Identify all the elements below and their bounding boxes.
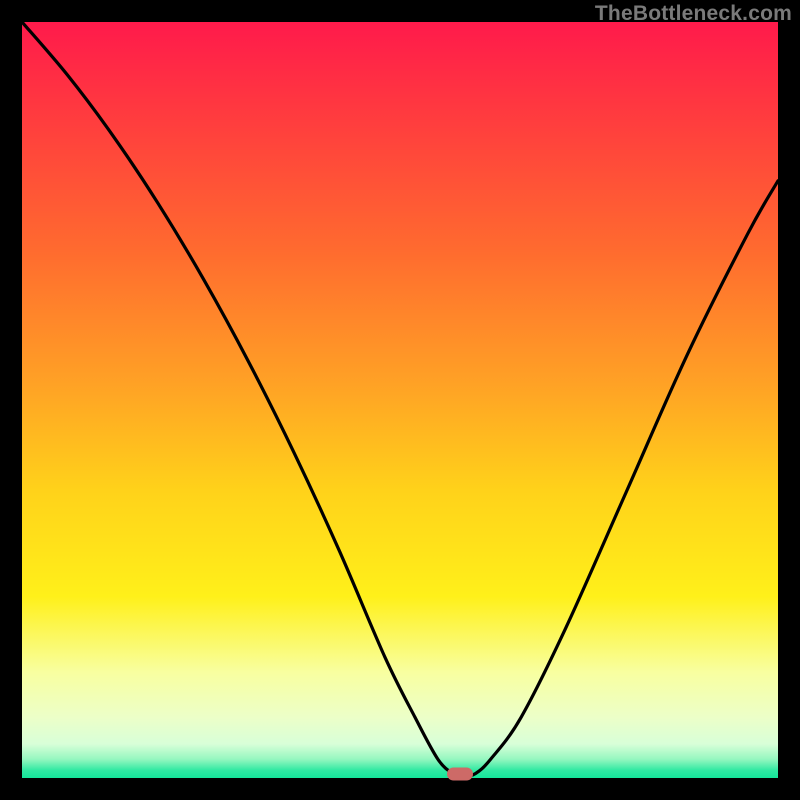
watermark-label: TheBottleneck.com — [595, 2, 792, 26]
bottleneck-curve — [22, 22, 778, 778]
chart-frame: TheBottleneck.com — [0, 0, 800, 800]
optimal-marker — [447, 768, 473, 781]
plot-area — [22, 22, 778, 778]
